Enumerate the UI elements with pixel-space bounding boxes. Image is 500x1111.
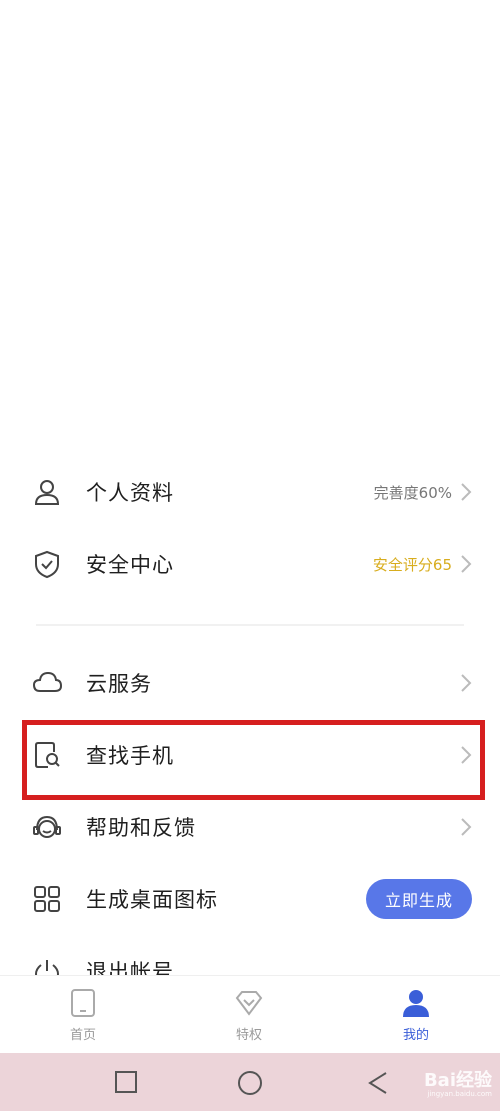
menu-item-security[interactable]: 安全中心 安全评分65 bbox=[0, 528, 500, 600]
tab-label: 特权 bbox=[235, 1028, 262, 1043]
menu-item-label: 帮助和反馈 bbox=[86, 816, 196, 840]
chevron-right-icon bbox=[461, 483, 472, 501]
menu-item-label: 安全中心 bbox=[86, 553, 174, 577]
menu-item-help-feedback[interactable]: 帮助和反馈 bbox=[0, 791, 500, 863]
grid-icon bbox=[32, 884, 62, 914]
section-divider bbox=[36, 624, 464, 626]
menu-item-label: 云服务 bbox=[86, 672, 152, 696]
menu-item-label: 生成桌面图标 bbox=[86, 888, 218, 912]
headset-icon bbox=[32, 812, 62, 842]
tab-label: 我的 bbox=[402, 1028, 429, 1043]
menu-item-profile[interactable]: 个人资料 完善度60% bbox=[0, 456, 500, 528]
blank-content-area bbox=[0, 0, 500, 455]
bottom-tab-bar: 首页 特权 我的 bbox=[0, 975, 500, 1053]
security-score-text: 安全评分65 bbox=[372, 555, 452, 574]
profile-completion-text: 完善度60% bbox=[373, 483, 452, 502]
generate-now-button[interactable]: 立即生成 bbox=[366, 879, 472, 919]
menu-item-cloud-service[interactable]: 云服务 bbox=[0, 647, 500, 719]
menu-item-label: 个人资料 bbox=[86, 481, 174, 505]
watermark-logo: Bai经验 jingyan.baidu.com bbox=[424, 1066, 492, 1098]
person-icon bbox=[403, 990, 429, 1017]
chevron-right-icon bbox=[461, 674, 472, 692]
square-icon[interactable] bbox=[114, 1070, 138, 1094]
tab-label: 首页 bbox=[69, 1028, 96, 1043]
cloud-icon bbox=[32, 668, 62, 698]
chevron-right-icon bbox=[461, 555, 472, 573]
tab-home[interactable]: 首页 bbox=[38, 988, 128, 1043]
tab-mine[interactable]: 我的 bbox=[371, 988, 461, 1043]
user-icon bbox=[32, 477, 62, 507]
watermark-url: jingyan.baidu.com bbox=[427, 1090, 492, 1098]
watermark-brand: Bai经验 bbox=[423, 1070, 492, 1091]
shield-check-icon bbox=[32, 549, 62, 579]
highlight-annotation-box bbox=[22, 720, 485, 800]
back-triangle-icon[interactable] bbox=[366, 1070, 390, 1096]
chevron-right-icon bbox=[461, 818, 472, 836]
circle-icon[interactable] bbox=[237, 1070, 263, 1096]
phone-icon bbox=[71, 989, 95, 1017]
diamond-icon bbox=[235, 991, 263, 1016]
tab-privileges[interactable]: 特权 bbox=[204, 988, 294, 1043]
